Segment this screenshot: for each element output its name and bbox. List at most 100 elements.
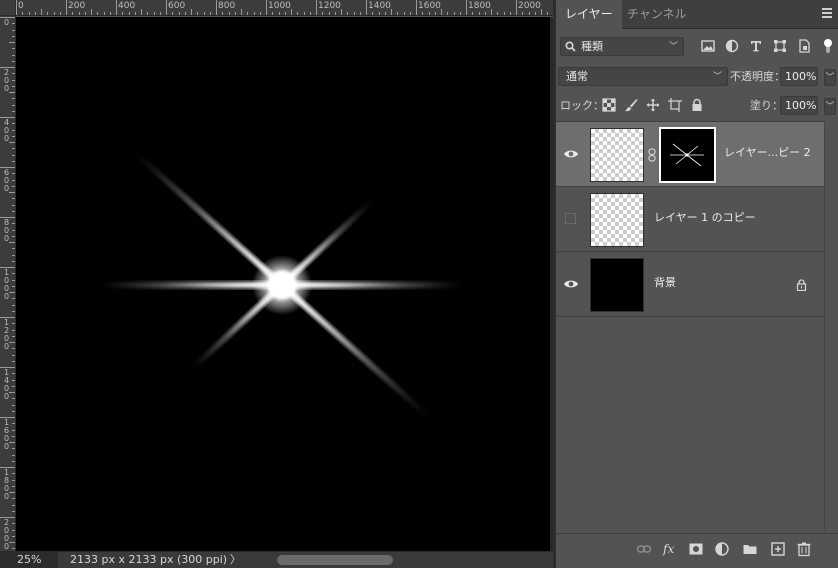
lock-transparent-pixels-icon[interactable] xyxy=(602,98,616,112)
ruler-tick xyxy=(428,12,430,15)
opacity-input[interactable]: 100% xyxy=(780,67,818,86)
ruler-tick xyxy=(12,210,15,212)
ruler-tick xyxy=(66,0,67,15)
blend-mode-value: 通常 xyxy=(566,70,588,83)
layer-thumbnail[interactable] xyxy=(590,258,644,312)
lock-icon[interactable] xyxy=(796,279,807,291)
lock-all-icon[interactable] xyxy=(690,98,704,112)
ruler-tick xyxy=(484,12,486,15)
ruler-tick xyxy=(12,423,15,425)
ruler-label: 1200 xyxy=(3,318,10,351)
layer-row[interactable]: レイヤー 1 のコピー xyxy=(556,187,824,252)
ruler-tick xyxy=(497,12,499,15)
ruler-tick xyxy=(12,110,15,112)
layer-row[interactable]: 背景 xyxy=(556,252,824,317)
fx-icon[interactable]: fx xyxy=(662,541,678,557)
image-filter-icon[interactable] xyxy=(700,38,716,54)
ruler-tick xyxy=(12,73,15,75)
ruler-tick xyxy=(528,12,530,15)
ruler-tick xyxy=(12,60,15,62)
layer-name[interactable]: レイヤー...ピー 2 xyxy=(724,146,811,160)
ruler-tick xyxy=(328,12,330,15)
ruler-tick xyxy=(259,12,261,15)
ruler-tick xyxy=(247,12,249,15)
new-layer-icon[interactable] xyxy=(770,541,786,557)
add-mask-icon[interactable] xyxy=(688,541,704,557)
visibility-toggle[interactable] xyxy=(565,213,576,224)
link-layers-icon[interactable] xyxy=(636,541,652,557)
ruler-tick xyxy=(228,12,230,15)
new-group-icon[interactable] xyxy=(742,541,758,557)
ruler-tick xyxy=(12,329,15,331)
ruler-tick xyxy=(491,9,492,15)
ruler-tick xyxy=(41,9,42,15)
ruler-tick xyxy=(16,0,17,15)
opacity-slider-chevron-icon[interactable]: ﹀ xyxy=(824,69,836,86)
ruler-tick xyxy=(12,460,15,462)
type-filter-icon[interactable] xyxy=(748,38,764,54)
shape-filter-icon[interactable] xyxy=(772,38,788,54)
adjustment-filter-icon[interactable] xyxy=(724,38,740,54)
layer-row[interactable]: レイヤー...ピー 2 xyxy=(556,122,824,187)
zoom-level[interactable]: 25% xyxy=(0,552,58,568)
blend-mode-select[interactable]: 通常 ﹀ xyxy=(558,67,728,86)
tab-layers[interactable]: レイヤー xyxy=(556,0,622,30)
link-icon[interactable] xyxy=(648,148,656,162)
ruler-tick xyxy=(12,23,15,25)
layer-thumbnail[interactable] xyxy=(590,193,644,247)
ruler-tick xyxy=(322,12,324,15)
ruler-tick xyxy=(12,373,15,375)
lock-image-pixels-icon[interactable] xyxy=(624,98,638,112)
canvas-area[interactable] xyxy=(16,17,553,551)
layer-name[interactable]: レイヤー 1 のコピー xyxy=(654,211,756,225)
layers-list[interactable]: レイヤー...ピー 2 レイヤー 1 のコピー 背景 xyxy=(556,121,824,531)
ruler-tick xyxy=(309,12,311,15)
horizontal-scrollbar[interactable] xyxy=(245,555,545,565)
horizontal-scroll-thumb[interactable] xyxy=(277,555,393,565)
ruler-tick xyxy=(434,12,436,15)
status-menu-chevron[interactable]: 〉 xyxy=(230,552,241,568)
ruler-origin[interactable] xyxy=(0,0,16,16)
layer-thumbnail[interactable] xyxy=(590,128,644,182)
ruler-vertical[interactable]: 0 200 400 600 800 1000 1200 1400 1600 1800 2000 xyxy=(0,16,16,551)
delete-layer-icon[interactable] xyxy=(796,541,812,557)
ruler-tick xyxy=(12,498,15,500)
layer-name[interactable]: 背景 xyxy=(654,276,676,290)
ruler-tick xyxy=(12,385,15,387)
ruler-tick xyxy=(12,98,15,100)
ruler-tick xyxy=(441,9,442,15)
filter-kind-select[interactable]: 種類 ﹀ xyxy=(560,37,684,56)
ruler-horizontal[interactable]: 0 200 400 600 800 1000 1200 1400 1600 1800 2000 xyxy=(0,0,553,16)
layer-mask-thumbnail[interactable] xyxy=(659,127,716,183)
ruler-tick xyxy=(78,12,80,15)
ruler-tick xyxy=(91,9,92,15)
smart-object-filter-icon[interactable] xyxy=(796,38,812,54)
panel-menu-icon[interactable] xyxy=(822,8,832,20)
fill-slider-chevron-icon[interactable]: ﹀ xyxy=(824,98,836,115)
ruler-tick xyxy=(53,12,55,15)
ruler-tick xyxy=(34,12,36,15)
ruler-tick xyxy=(12,335,15,337)
layers-scrollbar[interactable] xyxy=(824,121,838,531)
ruler-label: 600 xyxy=(168,1,186,11)
tab-channels[interactable]: チャンネル xyxy=(618,0,696,29)
ruler-tick xyxy=(159,12,161,15)
lock-artboard-icon[interactable] xyxy=(668,98,682,112)
document-canvas[interactable] xyxy=(16,17,550,551)
ruler-tick xyxy=(97,12,99,15)
filter-toggle-icon[interactable] xyxy=(820,38,836,54)
ruler-tick xyxy=(359,12,361,15)
lock-position-icon[interactable] xyxy=(646,98,660,112)
fill-input[interactable]: 100% xyxy=(780,96,818,115)
ruler-tick xyxy=(12,254,15,256)
fill-label: 塗り： xyxy=(750,99,783,112)
ruler-tick xyxy=(284,12,286,15)
eye-icon[interactable] xyxy=(563,148,579,160)
ruler-tick xyxy=(9,42,15,43)
document-info[interactable]: 2133 px x 2133 px (300 ppi) xyxy=(70,552,227,568)
ruler-label: 1400 xyxy=(368,1,391,11)
ruler-label: 1800 xyxy=(3,468,10,501)
eye-icon[interactable] xyxy=(563,278,579,290)
opacity-label: 不透明度： xyxy=(730,70,785,83)
adjustment-layer-icon[interactable] xyxy=(714,541,730,557)
